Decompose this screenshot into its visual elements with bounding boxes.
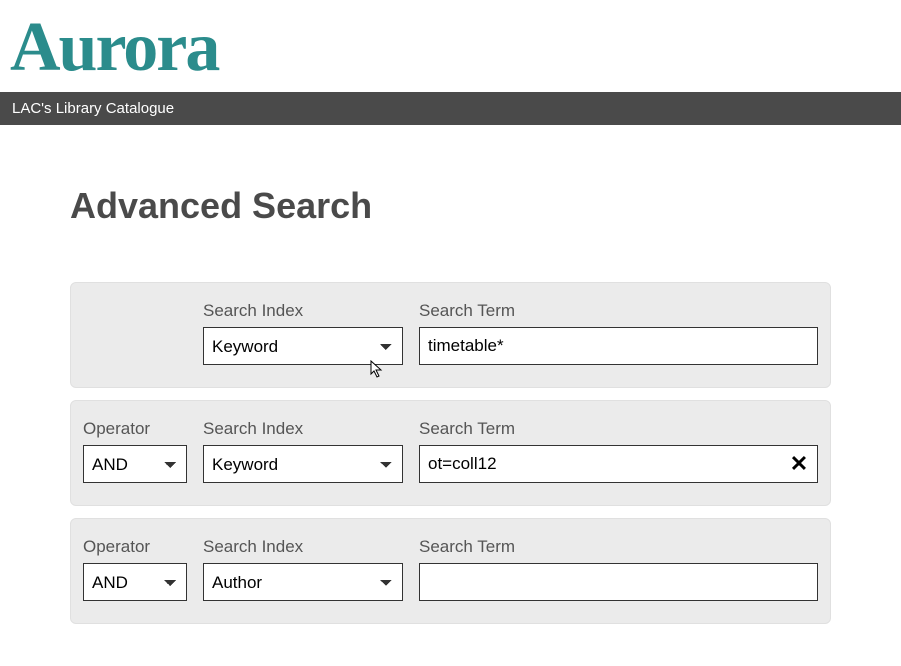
page-title: Advanced Search bbox=[70, 185, 831, 227]
operator-select-2[interactable]: AND bbox=[83, 445, 187, 483]
search-row-1: Search Index Keyword Search Term bbox=[70, 282, 831, 388]
logo-text: Aurora bbox=[10, 9, 218, 86]
term-label: Search Term bbox=[419, 537, 818, 557]
operator-group-2: Operator AND bbox=[83, 419, 187, 483]
content-area: Advanced Search Search Index Keyword Sea… bbox=[0, 125, 901, 666]
term-label: Search Term bbox=[419, 419, 818, 439]
term-group-3: Search Term bbox=[419, 537, 818, 601]
search-term-input-3[interactable] bbox=[419, 563, 818, 601]
search-index-select-2[interactable]: Keyword bbox=[203, 445, 403, 483]
nav-bar: LAC's Library Catalogue bbox=[0, 92, 901, 125]
term-group-2: Search Term ✕ bbox=[419, 419, 818, 483]
operator-group-3: Operator AND bbox=[83, 537, 187, 601]
nav-title[interactable]: LAC's Library Catalogue bbox=[12, 100, 174, 117]
operator-select-3[interactable]: AND bbox=[83, 563, 187, 601]
index-group-2: Search Index Keyword bbox=[203, 419, 403, 483]
index-group-1: Search Index Keyword bbox=[203, 301, 403, 365]
operator-label: Operator bbox=[83, 537, 187, 557]
search-row-2: Operator AND Search Index Keyword Search… bbox=[70, 400, 831, 506]
index-label: Search Index bbox=[203, 419, 403, 439]
search-term-input-1[interactable] bbox=[419, 327, 818, 365]
logo: Aurora bbox=[0, 0, 901, 92]
search-row-3: Operator AND Search Index Author Search … bbox=[70, 518, 831, 624]
search-term-input-2[interactable] bbox=[419, 445, 818, 483]
index-group-3: Search Index Author bbox=[203, 537, 403, 601]
term-label: Search Term bbox=[419, 301, 818, 321]
term-group-1: Search Term bbox=[419, 301, 818, 365]
clear-icon[interactable]: ✕ bbox=[786, 451, 812, 477]
search-index-select-3[interactable]: Author bbox=[203, 563, 403, 601]
operator-label: Operator bbox=[83, 419, 187, 439]
index-label: Search Index bbox=[203, 537, 403, 557]
index-label: Search Index bbox=[203, 301, 403, 321]
search-index-select-1[interactable]: Keyword bbox=[203, 327, 403, 365]
